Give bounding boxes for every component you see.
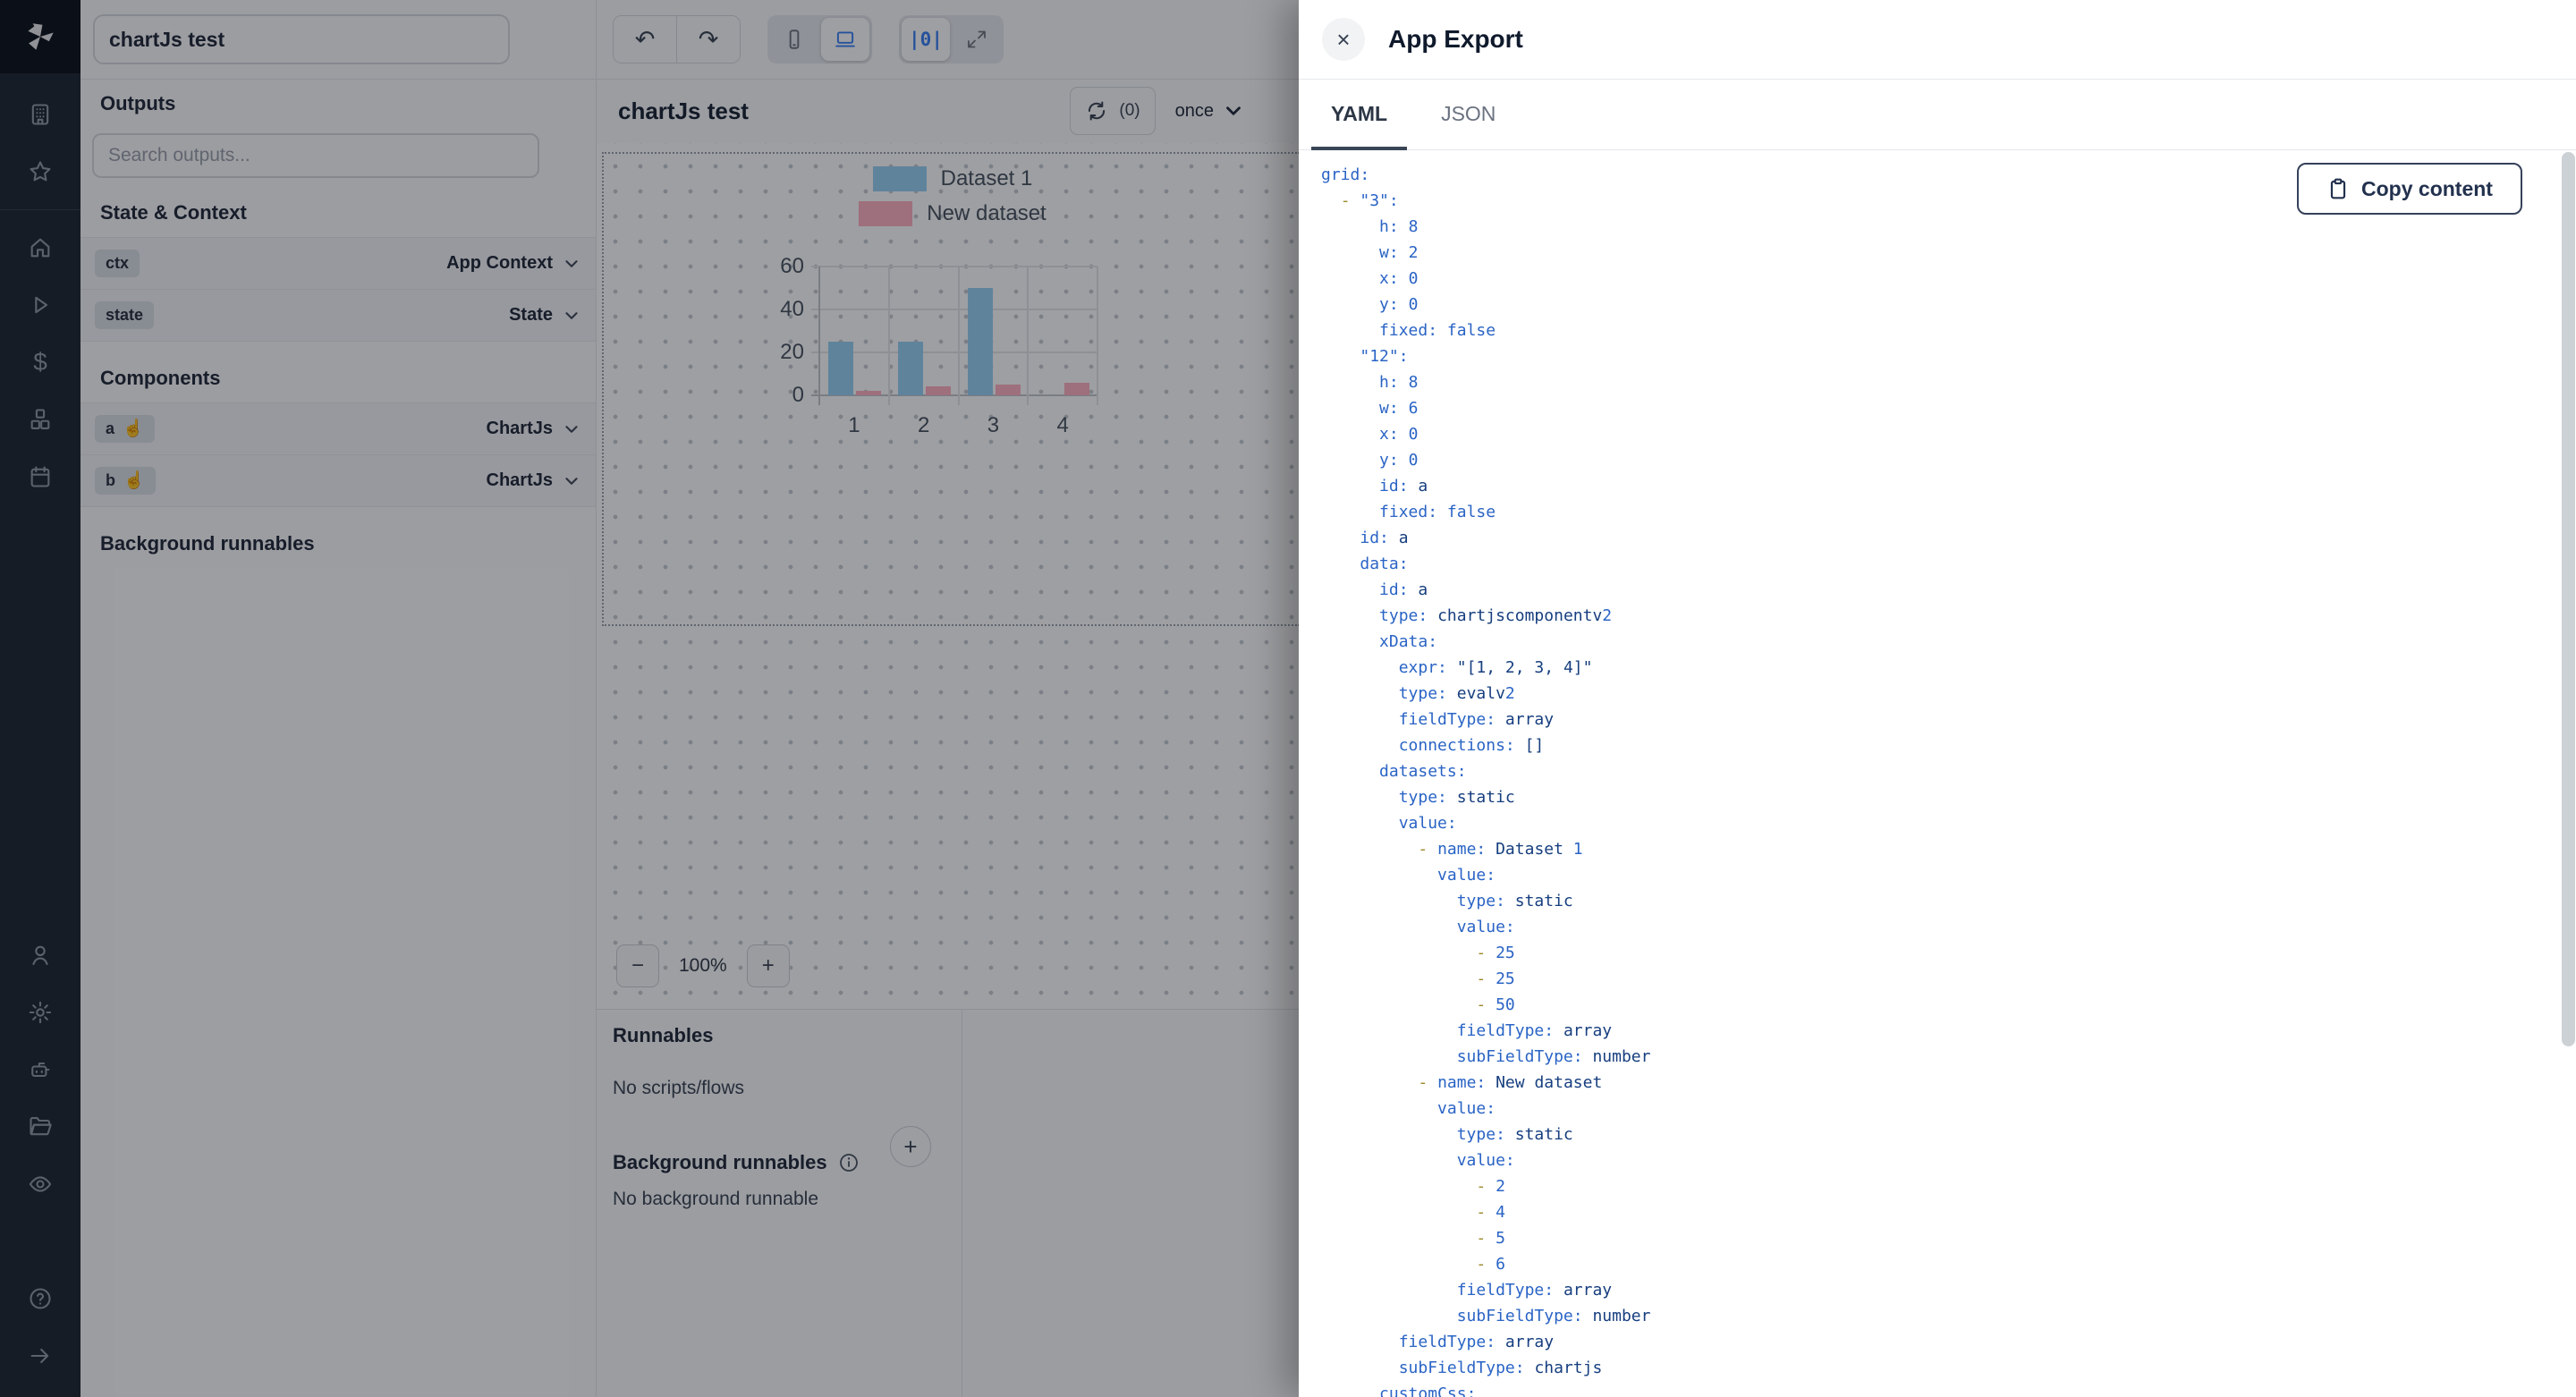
tab-yaml[interactable]: YAML	[1310, 102, 1408, 150]
drawer-header: × App Export	[1299, 0, 2576, 80]
close-button[interactable]: ×	[1322, 18, 1365, 61]
scrollbar-thumb[interactable]	[2562, 152, 2575, 1046]
close-icon: ×	[1336, 26, 1351, 53]
yaml-code[interactable]: grid: - "3": h: 8 w: 2 x: 0 y: 0 fixed: …	[1321, 162, 2538, 1397]
app-screen: $ Outp	[0, 0, 2576, 1397]
export-tabs: YAML JSON	[1299, 80, 2576, 150]
app-export-drawer: × App Export YAML JSON Copy content grid…	[1299, 0, 2576, 1397]
tab-json[interactable]: JSON	[1439, 102, 1497, 149]
drawer-title: App Export	[1388, 25, 1523, 53]
